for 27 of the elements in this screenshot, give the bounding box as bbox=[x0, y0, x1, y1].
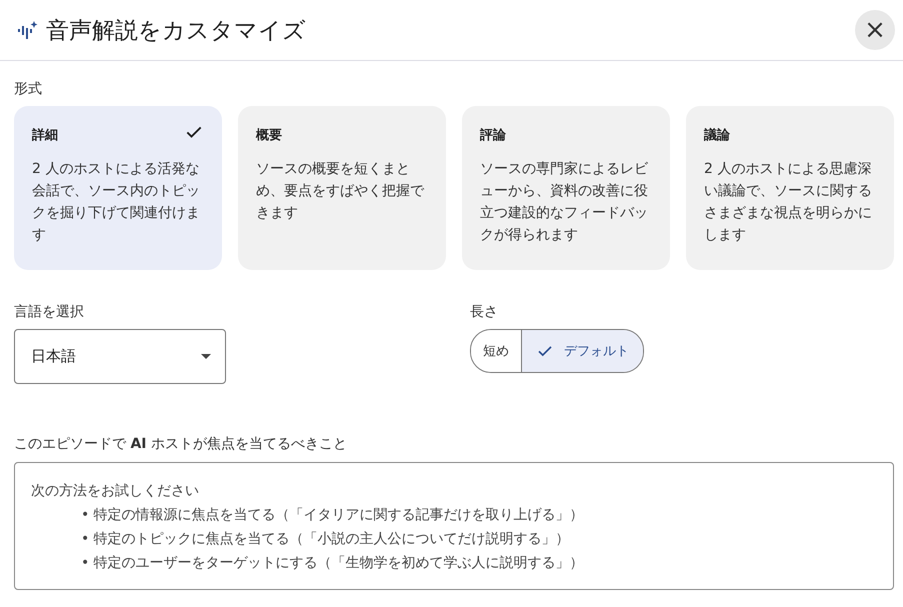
format-card[interactable]: 議論 2 人のホストによる思慮深い議論で、ソースに関するさまざまな視点を明らかにします bbox=[686, 106, 894, 270]
format-title: 評論 bbox=[480, 127, 506, 144]
format-description: 2 人のホストによる活発な会話で、ソース内のトピックを掘り下げて関連付けます bbox=[32, 160, 201, 245]
field-label: このエピソードで AI ホストが焦点を当てるべきこと bbox=[14, 435, 347, 453]
close-button[interactable]: × bbox=[855, 10, 895, 50]
language-dropdown[interactable]: 日本語 bbox=[14, 329, 226, 384]
placeholder-text: 次の方法をお試しください bbox=[31, 482, 199, 501]
dialog-title: 音声解説をカスタマイズ bbox=[46, 16, 307, 46]
format-title: 概要 bbox=[256, 127, 282, 144]
format-title: 議論 bbox=[704, 126, 730, 144]
audio-sparkle-icon bbox=[16, 19, 38, 41]
field-label: 言語を選択 bbox=[14, 303, 84, 321]
dropdown-caret-icon bbox=[201, 354, 211, 359]
format-card[interactable]: 詳細 2 人のホストによる活発な会話で、ソース内のトピックを掘り下げて関連付けます bbox=[14, 106, 222, 270]
placeholder-bullet: • 特定のユーザーをターゲットにする（「生物学を初めて学ぶ人に説明する」） bbox=[81, 554, 584, 573]
format-card[interactable]: 評論 ソースの専門家によるレビューから、資料の改善に役立つ建設的なフィードバックが得られます bbox=[462, 106, 670, 270]
format-description: ソースの専門家によるレビューから、資料の改善に役立つ建設的なフィードバックが得られます bbox=[480, 160, 649, 245]
field-label: 長さ bbox=[470, 303, 498, 321]
length-option[interactable]: デフォルト bbox=[521, 330, 643, 372]
format-description: ソースの概要を短くまとめ、要点をすばやく把握できます bbox=[256, 160, 426, 223]
format-title: 詳細 bbox=[32, 127, 58, 144]
section-label: 形式 bbox=[14, 80, 42, 98]
placeholder-bullet: • 特定の情報源に焦点を当てる（「イタリアに関する記事だけを取り上げる」） bbox=[81, 506, 584, 525]
focus-text-area[interactable]: 次の方法をお試しください • 特定の情報源に焦点を当てる（「イタリアに関する記事だけを取り上げる」） • 特定のトピックに焦点を当てる（「小説の主人公についてだけ説明する」） • 特定のユーザーをターゲットにする（「生物学を初めて学ぶ人に説明する」） bbox=[14, 462, 894, 590]
placeholder-bullet: • 特定のトピックに焦点を当てる（「小説の主人公についてだけ説明する」） bbox=[81, 530, 570, 549]
format-description: 2 人のホストによる思慮深い議論で、ソースに関するさまざまな視点を明らかにします bbox=[704, 160, 873, 245]
format-card[interactable]: 概要 ソースの概要を短くまとめ、要点をすばやく把握できます bbox=[238, 106, 446, 270]
